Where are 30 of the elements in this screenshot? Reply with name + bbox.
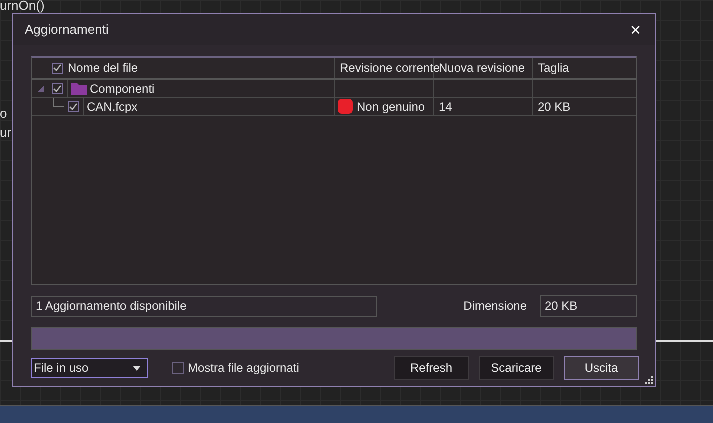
table-cell: 14: [439, 100, 452, 114]
status-field: 1 Aggiornamento disponibile: [31, 296, 377, 316]
dialog-button[interactable]: Uscita: [564, 356, 639, 380]
code-text: ur: [0, 125, 12, 140]
filter-dropdown[interactable]: File in uso: [31, 358, 148, 378]
column-header[interactable]: Taglia: [538, 61, 570, 75]
file-name[interactable]: CAN.fcpx: [87, 100, 138, 114]
folder-icon: [71, 82, 87, 95]
checkbox[interactable]: [68, 101, 79, 112]
checkbox[interactable]: [52, 83, 63, 94]
column-header[interactable]: Nuova revisione: [439, 61, 526, 75]
checkbox[interactable]: [52, 62, 63, 74]
table-cell: Non genuino: [357, 100, 426, 114]
window-title: Aggiornamenti: [25, 22, 109, 37]
file-name[interactable]: Componenti: [90, 82, 155, 96]
code-text: o: [0, 106, 8, 121]
size-label: Dimensione: [464, 299, 527, 313]
tree-line: [53, 98, 64, 107]
resize-grip-icon[interactable]: [645, 376, 653, 384]
show-updated-checkbox[interactable]: Mostra file aggiornati: [172, 361, 300, 375]
expander-icon[interactable]: [38, 86, 44, 92]
code-text: urnOn(): [0, 0, 45, 13]
column-header[interactable]: Nome del file: [68, 61, 138, 75]
close-button[interactable]: ×: [628, 20, 643, 38]
dialog-button[interactable]: Refresh: [394, 356, 469, 380]
column-header[interactable]: Revisione corrente: [340, 61, 440, 75]
dropdown-arrow-icon: [133, 366, 141, 370]
dialog-button[interactable]: Scaricare: [479, 356, 554, 380]
size-field: 20 KB: [540, 295, 637, 317]
table-cell: 20 KB: [538, 100, 571, 114]
